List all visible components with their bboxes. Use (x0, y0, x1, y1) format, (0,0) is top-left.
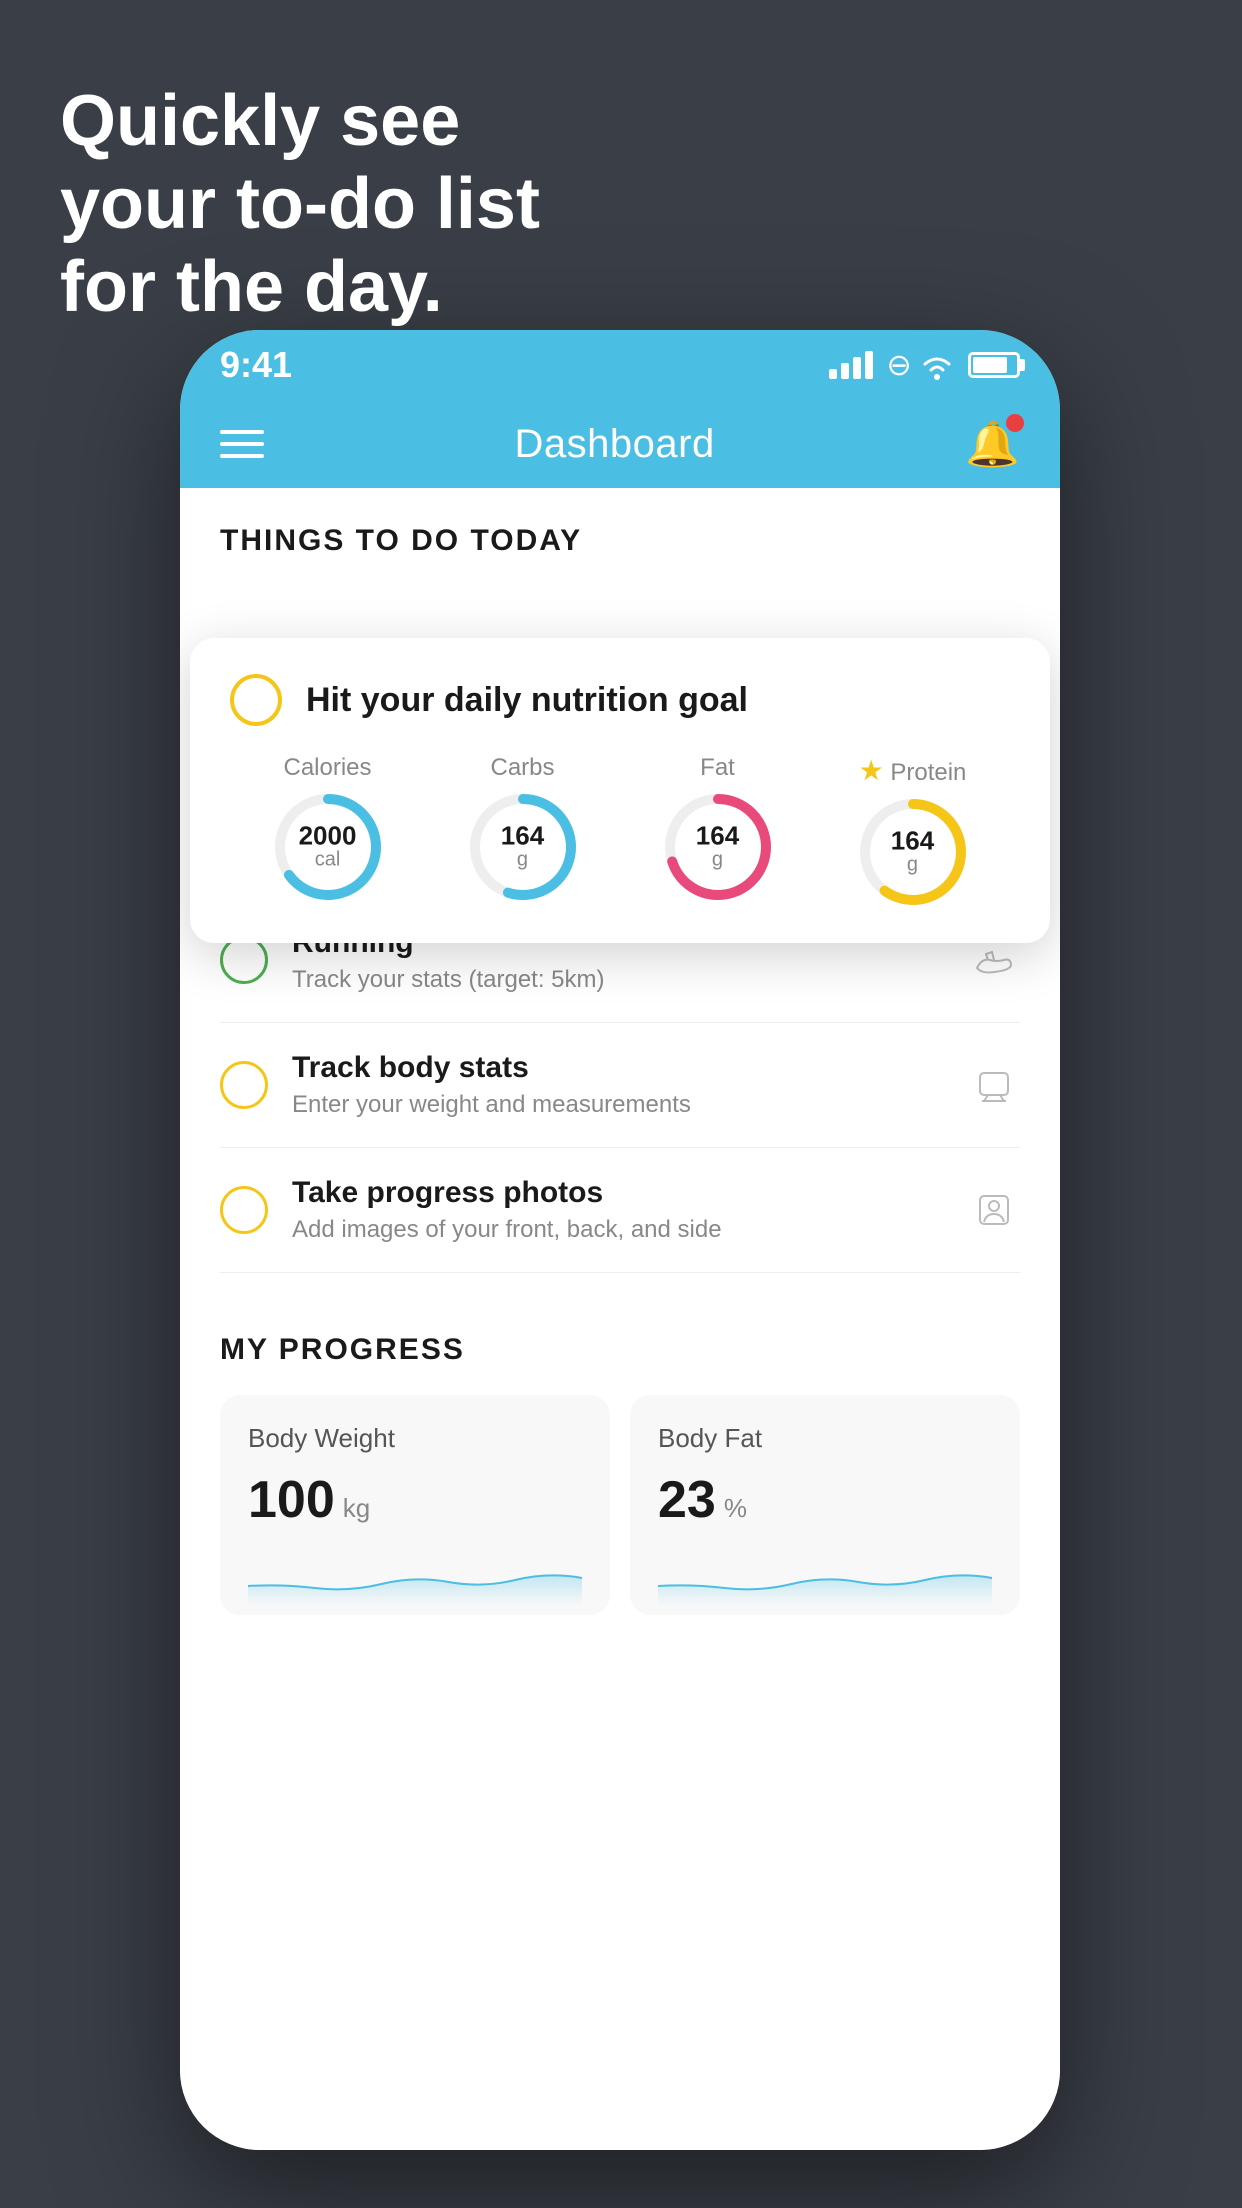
hero-text: Quickly see your to-do list for the day. (60, 80, 540, 328)
todo-subtitle: Track your stats (target: 5km) (292, 966, 944, 994)
signal-icon (829, 351, 873, 379)
notification-dot (1006, 414, 1024, 432)
status-bar: 9:41 ⊖ (180, 330, 1060, 400)
scale-icon (968, 1059, 1020, 1111)
todo-subtitle: Enter your weight and measurements (292, 1091, 944, 1119)
donut-text: 164 g (501, 823, 544, 872)
status-icons: ⊖ (829, 348, 1020, 383)
todo-title: Track body stats (292, 1051, 944, 1085)
todo-circle (220, 936, 268, 984)
mini-chart (248, 1546, 582, 1606)
nav-title: Dashboard (515, 422, 715, 467)
progress-card-value: 100 kg (248, 1470, 582, 1530)
progress-card-title: Body Fat (658, 1423, 992, 1454)
battery-icon (968, 352, 1020, 378)
donut-text: 2000 cal (299, 823, 357, 872)
donut-chart: 164 g (858, 797, 968, 907)
phone-shell: 9:41 ⊖ Dash (180, 330, 1060, 2150)
todo-item-progress-photos[interactable]: Take progress photos Add images of your … (220, 1148, 1020, 1273)
todo-circle (220, 1061, 268, 1109)
todo-title: Take progress photos (292, 1176, 944, 1210)
donut-text: 164 g (696, 823, 739, 872)
task-circle-nutrition[interactable] (230, 674, 282, 726)
donut-chart: 164 g (663, 792, 773, 902)
nutrition-label: Fat (700, 754, 735, 782)
progress-value-number: 100 (248, 1470, 335, 1530)
nutrition-item-fat: Fat 164 g (663, 754, 773, 902)
todo-info: Take progress photos Add images of your … (292, 1176, 944, 1244)
hero-line1: Quickly see (60, 80, 540, 163)
todo-item-body-stats[interactable]: Track body stats Enter your weight and m… (220, 1023, 1020, 1148)
nutrition-grid: Calories 2000 cal Carbs 164 g (230, 754, 1010, 907)
todo-subtitle: Add images of your front, back, and side (292, 1216, 944, 1244)
nutrition-label: Carbs (490, 754, 554, 782)
card-title-row: Hit your daily nutrition goal (230, 674, 1010, 726)
progress-card-title: Body Weight (248, 1423, 582, 1454)
donut-chart: 2000 cal (273, 792, 383, 902)
todo-info: Track body stats Enter your weight and m… (292, 1051, 944, 1119)
things-todo-heading: THINGS TO DO TODAY (180, 488, 1060, 578)
nutrition-card: Hit your daily nutrition goal Calories 2… (190, 638, 1050, 943)
nutrition-label: Calories (283, 754, 371, 782)
nutrition-item-calories: Calories 2000 cal (273, 754, 383, 902)
progress-value-unit: kg (343, 1493, 370, 1524)
notification-bell-icon[interactable]: 🔔 (965, 418, 1020, 470)
status-time: 9:41 (220, 344, 292, 386)
nav-bar: Dashboard 🔔 (180, 400, 1060, 488)
todo-circle (220, 1186, 268, 1234)
progress-card-value: 23 % (658, 1470, 992, 1530)
donut-text: 164 g (891, 828, 934, 877)
progress-card-body-fat[interactable]: Body Fat 23 % (630, 1395, 1020, 1615)
nutrition-item-protein: ★ Protein 164 g (858, 754, 968, 907)
mini-chart (658, 1546, 992, 1606)
progress-value-number: 23 (658, 1470, 716, 1530)
content-area: THINGS TO DO TODAY Hit your daily nutrit… (180, 488, 1060, 2150)
star-icon: ★ (859, 755, 884, 786)
progress-card-body-weight[interactable]: Body Weight 100 kg (220, 1395, 610, 1615)
progress-section: MY PROGRESS Body Weight 100 kg Body Fat (180, 1293, 1060, 1635)
person-icon (968, 1184, 1020, 1236)
hamburger-menu[interactable] (220, 430, 264, 458)
progress-cards: Body Weight 100 kg Body Fat 23 % (220, 1395, 1020, 1615)
progress-value-unit: % (724, 1493, 747, 1524)
hero-line2: your to-do list (60, 163, 540, 246)
nutrition-item-carbs: Carbs 164 g (468, 754, 578, 902)
todo-section: Running Track your stats (target: 5km) T… (180, 898, 1060, 1273)
wifi-icon: ⊖ (887, 348, 954, 383)
donut-chart: 164 g (468, 792, 578, 902)
nutrition-label: ★ Protein (859, 754, 967, 787)
nutrition-card-title: Hit your daily nutrition goal (306, 681, 748, 720)
hero-line3: for the day. (60, 246, 540, 329)
progress-heading: MY PROGRESS (220, 1333, 1020, 1367)
